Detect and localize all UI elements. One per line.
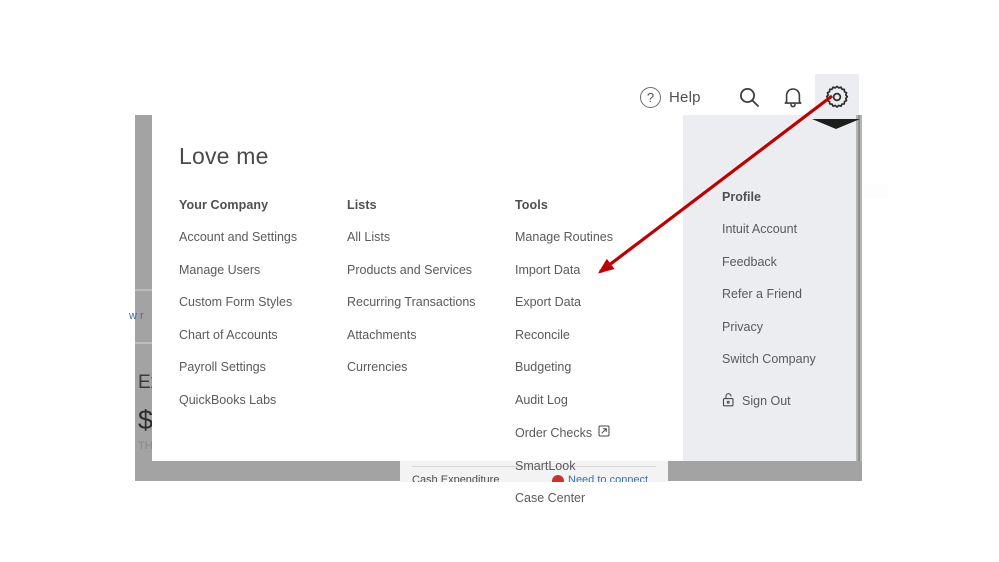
- menu-item-label: Budgeting: [515, 360, 572, 374]
- menu-scrollbar-edge[interactable]: [856, 115, 862, 461]
- gear-icon: [824, 84, 850, 110]
- menu-item-import-data[interactable]: Import Data: [515, 263, 683, 277]
- menu-item-label: Manage Routines: [515, 230, 613, 244]
- search-icon: [737, 85, 761, 109]
- menu-item-chart-of-accounts[interactable]: Chart of Accounts: [179, 328, 347, 342]
- menu-item-label: Audit Log: [515, 392, 568, 407]
- menu-item-label: Case Center: [515, 491, 586, 505]
- menu-item-label: Currencies: [347, 360, 408, 374]
- column-heading-tools: Tools: [515, 198, 548, 212]
- menu-item-label: Export Data: [515, 295, 582, 309]
- menu-item-quickbooks-labs[interactable]: QuickBooks Labs: [179, 393, 347, 407]
- search-button[interactable]: [727, 74, 771, 120]
- screen-root: w r Ex $ TH Cash Expenditure Need to con…: [0, 0, 999, 562]
- menu-item-label: Custom Form Styles: [179, 295, 293, 309]
- menu-item-attachments[interactable]: Attachments: [347, 328, 515, 342]
- menu-item-label: Payroll Settings: [179, 360, 266, 374]
- menu-item-intuit-account[interactable]: Intuit Account: [722, 222, 862, 236]
- menu-item-sign-out[interactable]: Sign Out: [722, 392, 862, 410]
- background-white-tooltip: [864, 184, 888, 198]
- menu-item-all-lists[interactable]: All Lists: [347, 230, 515, 244]
- column-heading-lists: Lists: [347, 198, 377, 212]
- menu-item-label: Order Checks: [515, 425, 593, 440]
- menu-item-payroll-settings[interactable]: Payroll Settings: [179, 360, 347, 374]
- menu-item-privacy[interactable]: Privacy: [722, 320, 862, 334]
- menu-item-case-center[interactable]: Case Center: [515, 491, 683, 505]
- sign-out-label: Sign Out: [742, 394, 791, 408]
- menu-column-your-company: Your Company Account and Settings Manage…: [179, 198, 347, 505]
- menu-item-refer-a-friend[interactable]: Refer a Friend: [722, 287, 862, 301]
- notifications-button[interactable]: [771, 74, 815, 120]
- menu-item-label: Products and Services: [347, 262, 473, 277]
- menu-item-label: Manage Users: [179, 262, 261, 277]
- menu-item-label: Recurring Transactions: [347, 295, 476, 309]
- menu-column-profile: Profile Intuit Account Feedback Refer a …: [683, 115, 862, 461]
- external-link-icon: [598, 425, 610, 440]
- menu-item-label: SmartLook: [515, 458, 576, 473]
- menu-item-export-data[interactable]: Export Data: [515, 295, 683, 309]
- menu-item-smartlook[interactable]: SmartLook: [515, 459, 683, 473]
- unlock-padlock-icon: [722, 392, 735, 410]
- question-circle-icon: ?: [640, 86, 661, 108]
- settings-mega-menu: Love me Your Company Account and Setting…: [152, 115, 862, 505]
- menu-item-custom-form-styles[interactable]: Custom Form Styles: [179, 295, 347, 309]
- menu-main-panel: Love me Your Company Account and Setting…: [152, 115, 683, 505]
- menu-item-label: All Lists: [347, 230, 391, 244]
- column-heading-profile: Profile: [722, 190, 761, 204]
- menu-item-account-and-settings[interactable]: Account and Settings: [179, 230, 347, 244]
- menu-caret-pointer: [812, 119, 860, 129]
- menu-item-currencies[interactable]: Currencies: [347, 360, 515, 374]
- background-divider-bottom: [135, 342, 153, 344]
- settings-gear-button[interactable]: [814, 74, 859, 120]
- menu-item-manage-users[interactable]: Manage Users: [179, 263, 347, 277]
- menu-item-label: Chart of Accounts: [179, 327, 278, 342]
- menu-item-recurring-transactions[interactable]: Recurring Transactions: [347, 295, 515, 309]
- help-button[interactable]: ? Help: [640, 86, 701, 108]
- menu-item-label: Account and Settings: [179, 230, 298, 244]
- help-label: Help: [669, 88, 701, 106]
- menu-item-manage-routines[interactable]: Manage Routines: [515, 230, 683, 244]
- menu-column-tools: Tools Manage Routines Import Data Export…: [515, 198, 683, 505]
- background-divider-top: [135, 289, 153, 291]
- background-report-link[interactable]: w r: [129, 310, 151, 322]
- menu-item-label: QuickBooks Labs: [179, 392, 277, 407]
- top-navigation-bar: ? Help: [640, 74, 865, 120]
- menu-item-budgeting[interactable]: Budgeting: [515, 360, 683, 374]
- menu-item-label: Reconcile: [515, 327, 570, 342]
- menu-item-switch-company[interactable]: Switch Company: [722, 352, 862, 366]
- menu-item-products-and-services[interactable]: Products and Services: [347, 263, 515, 277]
- menu-item-label: Attachments: [347, 327, 417, 342]
- column-heading-your-company: Your Company: [179, 198, 269, 212]
- menu-item-reconcile[interactable]: Reconcile: [515, 328, 683, 342]
- bell-icon: [782, 85, 804, 109]
- menu-column-lists: Lists All Lists Products and Services Re…: [347, 198, 515, 505]
- menu-item-audit-log[interactable]: Audit Log: [515, 393, 683, 407]
- menu-item-label: Import Data: [515, 262, 581, 277]
- menu-columns: Your Company Account and Settings Manage…: [179, 198, 683, 505]
- menu-item-feedback[interactable]: Feedback: [722, 255, 862, 269]
- company-name-title: Love me: [179, 143, 269, 169]
- menu-item-order-checks[interactable]: Order Checks: [515, 425, 683, 440]
